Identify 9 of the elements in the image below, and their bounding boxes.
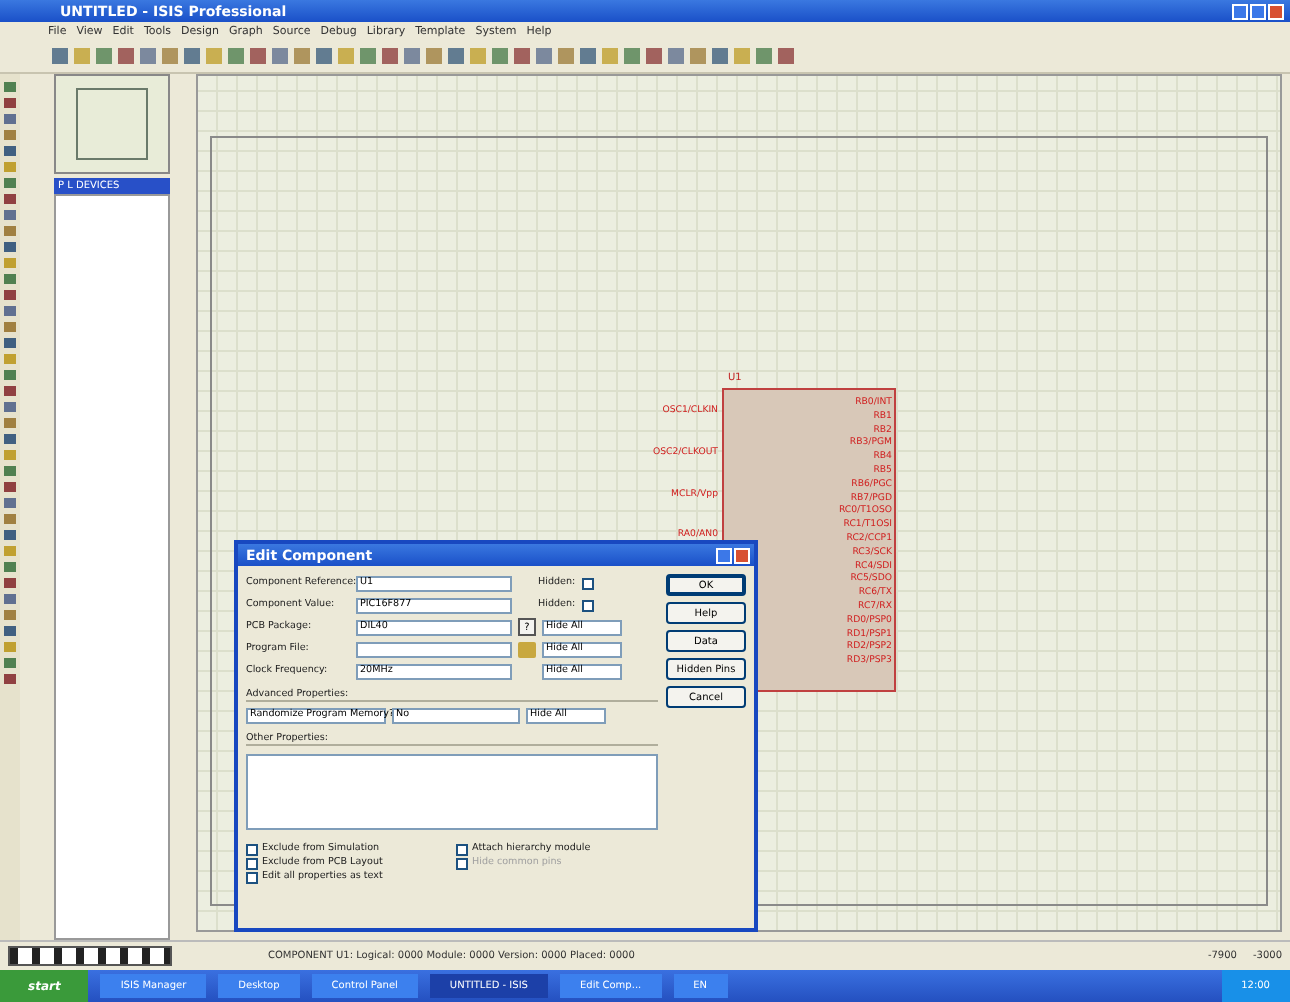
close-icon[interactable]: [734, 547, 750, 563]
sheet-outline: [76, 88, 148, 160]
hidden-checkbox[interactable]: [581, 577, 594, 589]
navigation-controls[interactable]: [8, 946, 172, 966]
close-icon[interactable]: [1268, 3, 1284, 19]
folder-icon[interactable]: [518, 641, 536, 657]
input-field[interactable]: [356, 641, 512, 657]
properties-text-area[interactable]: [246, 754, 658, 830]
hidden-checkbox[interactable]: [581, 599, 594, 611]
